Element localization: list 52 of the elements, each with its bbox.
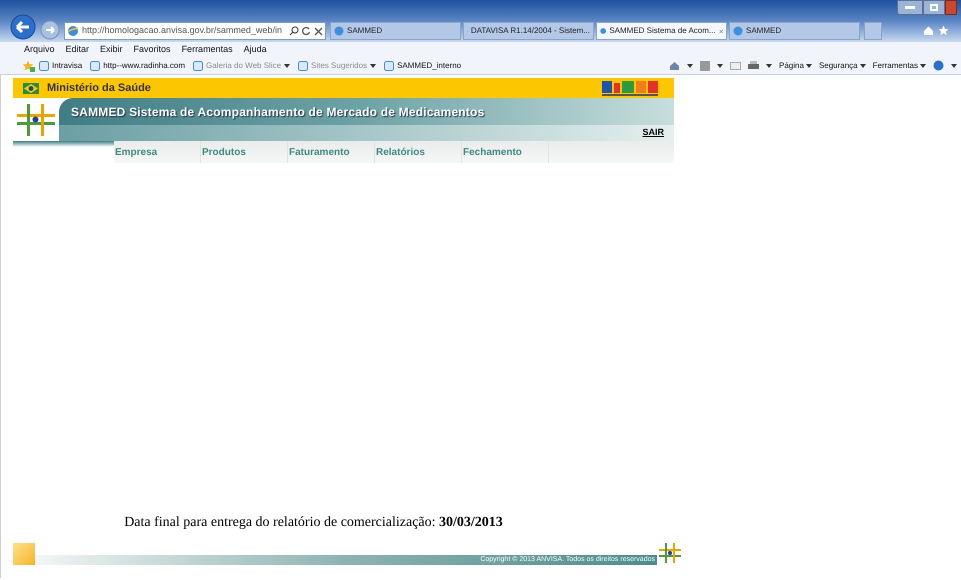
caret-icon[interactable]	[687, 64, 694, 68]
system-title: SAMMED Sistema de Acompanhamento de Mercado de Medicamentos	[71, 104, 484, 120]
search-icon[interactable]	[289, 26, 299, 36]
command-menu[interactable]: Segurança	[818, 60, 858, 72]
caret-icon[interactable]	[860, 64, 866, 68]
caret-icon[interactable]	[951, 64, 957, 68]
corner-decoration	[13, 543, 35, 565]
browser-tab[interactable]: SAMMED Sistema de Acom...	[596, 22, 727, 40]
deadline-notice: Data final para entrega do relatório de comercialização: 30/03/2013	[124, 514, 503, 532]
help-icon[interactable]	[933, 60, 944, 71]
favorite-link[interactable]: Intravisa	[52, 60, 82, 72]
address-text: http://homologacao.anvisa.gov.br/sammed_web/in	[82, 24, 283, 38]
menu-item[interactable]: Favoritos	[134, 42, 171, 56]
caret-icon[interactable]	[920, 64, 926, 68]
favorite-link[interactable]: SAMMED_interno	[397, 60, 462, 72]
maximize-button[interactable]	[923, 0, 945, 15]
browser-tab[interactable]: SAMMED	[729, 22, 860, 40]
command-menu[interactable]: Ferramentas	[872, 60, 918, 72]
refresh-icon[interactable]	[302, 26, 311, 36]
menu-item[interactable]: Ferramentas	[182, 42, 233, 56]
logout-link[interactable]: SAIR	[642, 126, 664, 140]
home-icon[interactable]	[669, 60, 680, 70]
ministry-name: Ministério da Saúde	[47, 80, 151, 96]
forward-button[interactable]	[40, 20, 60, 40]
nav-link[interactable]: Produtos	[201, 141, 288, 163]
browser-tab[interactable]: DATAVISA R1.14/2004 - Sistem...	[463, 22, 594, 40]
command-menu[interactable]: Página	[779, 60, 804, 72]
caret-icon[interactable]	[806, 64, 812, 68]
browser-tab[interactable]: SAMMED	[330, 22, 461, 40]
menu-item[interactable]: Ajuda	[244, 42, 267, 56]
caret-icon[interactable]	[766, 64, 772, 68]
nav-link[interactable]: Faturamento	[288, 141, 375, 163]
close-icon[interactable]	[718, 28, 723, 34]
minimize-button[interactable]	[897, 0, 923, 15]
caret-icon[interactable]	[717, 64, 724, 68]
anvisa-logo-icon	[657, 541, 683, 565]
nav-link[interactable]: Empresa	[114, 141, 201, 163]
nav-link[interactable]: Relatórios	[375, 141, 462, 163]
home-icon[interactable]	[923, 25, 934, 36]
nav-link[interactable]: Fechamento	[462, 141, 549, 163]
menu-item[interactable]: Exibir	[100, 42, 123, 56]
feed-icon[interactable]	[700, 60, 710, 70]
favorites-star-icon[interactable]	[22, 60, 35, 72]
printer-icon[interactable]	[748, 60, 760, 70]
menu-item[interactable]: Editar	[66, 42, 90, 56]
flag-icon	[23, 82, 39, 94]
back-button[interactable]	[10, 14, 36, 40]
close-icon[interactable]	[314, 26, 323, 36]
star-icon[interactable]	[938, 25, 949, 36]
address-field[interactable]: http://homologacao.anvisa.gov.br/sammed_web/in	[64, 22, 326, 40]
menu-item[interactable]: Arquivo	[24, 42, 55, 56]
favorite-link[interactable]: http--www.radinha.com	[103, 60, 186, 72]
